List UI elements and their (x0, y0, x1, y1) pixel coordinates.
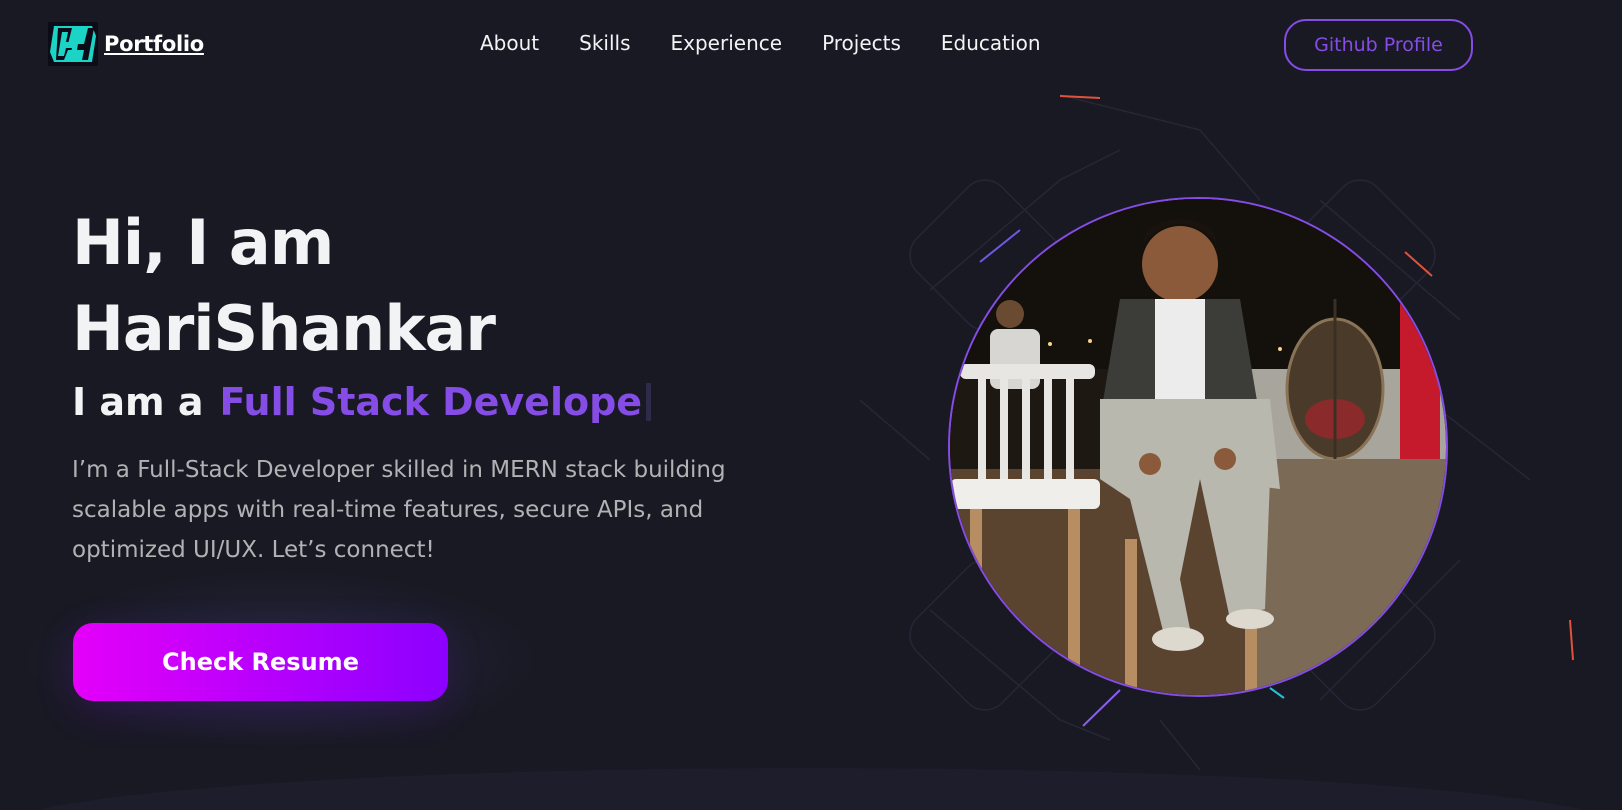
hero-heading: Hi, I am HariShankar (72, 200, 496, 372)
profile-avatar (948, 197, 1448, 697)
profile-photo-illustration (950, 199, 1446, 695)
nav-link-education[interactable]: Education (941, 31, 1041, 55)
nav-link-about[interactable]: About (480, 31, 539, 55)
role-typewriter: Full Stack Develope (219, 380, 643, 424)
nav-link-skills[interactable]: Skills (579, 31, 630, 55)
nav-link-experience[interactable]: Experience (671, 31, 783, 55)
logo-text[interactable]: Portfolio (104, 32, 204, 56)
github-profile-button[interactable]: Github Profile (1284, 19, 1473, 71)
role-line: I am a Full Stack Develope (72, 380, 652, 424)
logo-link[interactable]: Portfolio (48, 22, 204, 66)
typewriter-cursor (646, 383, 652, 421)
hero-description: I’m a Full-Stack Developer skilled in ME… (72, 457, 726, 563)
hero-greeting: Hi, I am (72, 206, 334, 279)
hs-logo-icon (48, 22, 98, 66)
hero-name: HariShankar (72, 292, 496, 365)
role-prefix: I am a (72, 380, 204, 424)
top-navbar: Portfolio About Skills Experience Projec… (0, 0, 1622, 90)
check-resume-button[interactable]: Check Resume (73, 623, 448, 701)
nav-links: About Skills Experience Projects Educati… (480, 31, 1041, 55)
nav-link-projects[interactable]: Projects (822, 31, 901, 55)
section-divider-curve (0, 768, 1622, 810)
